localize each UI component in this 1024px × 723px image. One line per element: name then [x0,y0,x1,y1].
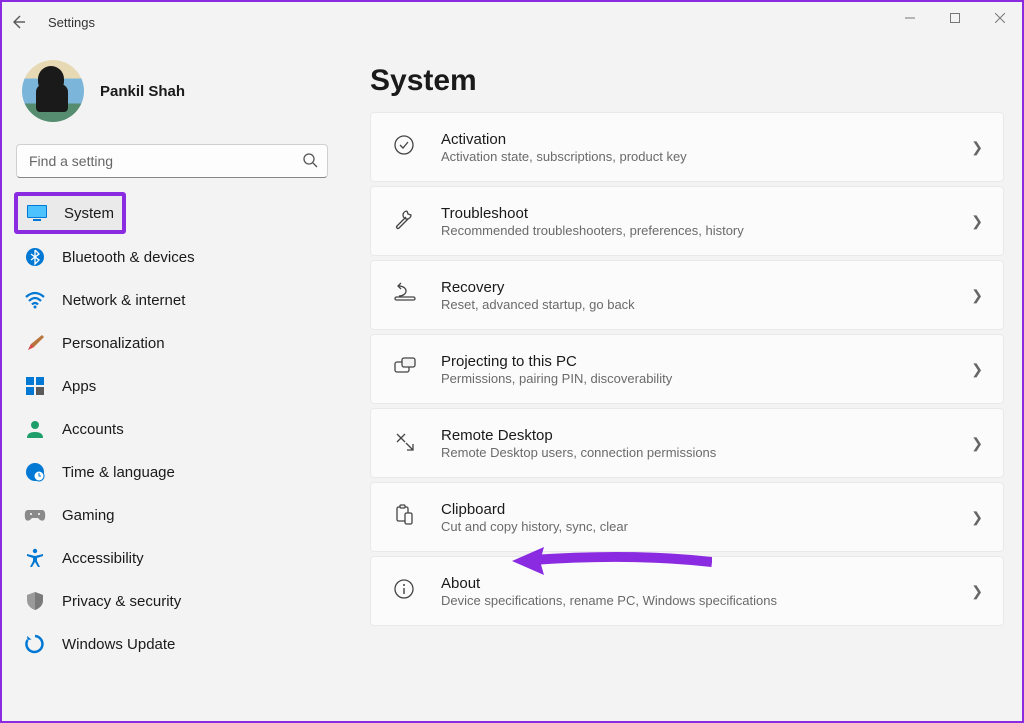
chevron-right-icon: ❯ [971,583,983,600]
chevron-right-icon: ❯ [971,435,983,452]
maximize-button[interactable] [932,2,977,34]
display-icon [26,202,48,224]
wrench-icon [393,208,419,234]
window-controls [887,2,1022,34]
sidebar-item-label: Privacy & security [62,593,181,610]
card-remote-desktop[interactable]: Remote DesktopRemote Desktop users, conn… [370,408,1004,478]
titlebar: Settings [2,2,1022,42]
card-desc: Activation state, subscriptions, product… [441,149,971,164]
sidebar-item-label: Accounts [62,421,124,438]
chevron-right-icon: ❯ [971,509,983,526]
apps-icon [24,375,46,397]
profile-name: Pankil Shah [100,83,185,100]
sidebar-item-time[interactable]: Time & language [14,452,330,492]
clipboard-icon [393,504,419,530]
search-box[interactable] [16,144,328,178]
accessibility-icon [24,547,46,569]
search-input[interactable] [16,144,328,178]
close-button[interactable] [977,2,1022,34]
chevron-right-icon: ❯ [971,287,983,304]
clock-globe-icon [24,461,46,483]
card-desc: Device specifications, rename PC, Window… [441,593,971,608]
sidebar-item-label: Time & language [62,464,175,481]
paintbrush-icon [24,332,46,354]
chevron-right-icon: ❯ [971,213,983,230]
back-button[interactable] [10,14,40,30]
avatar [22,60,84,122]
card-title: Projecting to this PC [441,353,971,370]
info-icon [393,578,419,604]
card-clipboard[interactable]: ClipboardCut and copy history, sync, cle… [370,482,1004,552]
card-title: Activation [441,131,971,148]
sidebar-item-label: Windows Update [62,636,175,653]
sidebar-item-apps[interactable]: Apps [14,366,330,406]
sidebar-item-bluetooth[interactable]: Bluetooth & devices [14,237,330,277]
sidebar: Pankil Shah System [2,42,342,721]
chevron-right-icon: ❯ [971,361,983,378]
remote-desktop-icon [393,430,419,456]
person-icon [24,418,46,440]
gamepad-icon [24,504,46,526]
chevron-right-icon: ❯ [971,139,983,156]
nav-list: System Bluetooth & devices Network & int… [14,192,330,664]
card-desc: Cut and copy history, sync, clear [441,519,971,534]
check-circle-icon [393,134,419,160]
sidebar-item-label: Personalization [62,335,165,352]
main-panel: System ActivationActivation state, subsc… [342,42,1022,721]
sidebar-item-accounts[interactable]: Accounts [14,409,330,449]
recovery-icon [393,282,419,308]
card-title: About [441,575,971,592]
search-icon [302,152,318,168]
card-title: Remote Desktop [441,427,971,444]
sidebar-item-gaming[interactable]: Gaming [14,495,330,535]
shield-icon [24,590,46,612]
card-desc: Reset, advanced startup, go back [441,297,971,312]
sidebar-item-label: Network & internet [62,292,185,309]
update-icon [24,633,46,655]
sidebar-item-update[interactable]: Windows Update [14,624,330,664]
card-about[interactable]: AboutDevice specifications, rename PC, W… [370,556,1004,626]
card-troubleshoot[interactable]: TroubleshootRecommended troubleshooters,… [370,186,1004,256]
card-projecting[interactable]: Projecting to this PCPermissions, pairin… [370,334,1004,404]
app-title: Settings [48,15,95,30]
projecting-icon [393,356,419,382]
card-title: Clipboard [441,501,971,518]
sidebar-item-label: Bluetooth & devices [62,249,195,266]
card-desc: Permissions, pairing PIN, discoverabilit… [441,371,971,386]
card-activation[interactable]: ActivationActivation state, subscription… [370,112,1004,182]
card-title: Recovery [441,279,971,296]
sidebar-item-system[interactable]: System [14,192,330,234]
settings-list: ActivationActivation state, subscription… [370,112,1004,626]
sidebar-item-label: System [64,205,114,222]
sidebar-item-label: Apps [62,378,96,395]
minimize-button[interactable] [887,2,932,34]
sidebar-item-label: Gaming [62,507,115,524]
profile-block[interactable]: Pankil Shah [14,52,330,138]
wifi-icon [24,289,46,311]
card-desc: Remote Desktop users, connection permiss… [441,445,971,460]
card-title: Troubleshoot [441,205,971,222]
sidebar-item-privacy[interactable]: Privacy & security [14,581,330,621]
bluetooth-icon [24,246,46,268]
card-desc: Recommended troubleshooters, preferences… [441,223,971,238]
page-title: System [370,64,1004,98]
sidebar-item-personalization[interactable]: Personalization [14,323,330,363]
card-recovery[interactable]: RecoveryReset, advanced startup, go back… [370,260,1004,330]
sidebar-item-label: Accessibility [62,550,144,567]
sidebar-item-network[interactable]: Network & internet [14,280,330,320]
sidebar-item-accessibility[interactable]: Accessibility [14,538,330,578]
